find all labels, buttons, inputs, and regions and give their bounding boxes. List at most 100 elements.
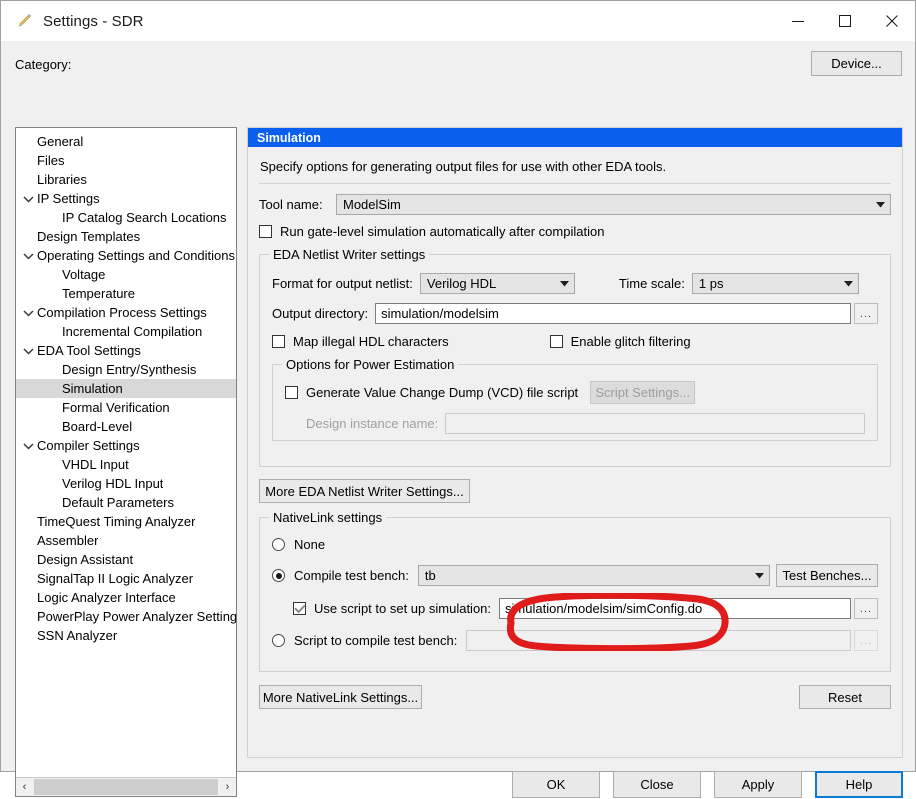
use-script-row: Use script to set up simulation: simulat… [272,598,878,619]
nativelink-none-row[interactable]: None [272,537,878,552]
use-script-input[interactable]: simulation/modelsim/simConfig.do [499,598,851,619]
settings-window: Settings - SDR Category: Device... Gener… [0,0,916,798]
more-eda-netlist-writer-settings-button[interactable]: More EDA Netlist Writer Settings... [259,479,470,503]
sidebar-item-incremental-compilation[interactable]: Incremental Compilation [16,322,236,341]
map-illegal-checkbox[interactable] [272,335,285,348]
sidebar-item-design-assistant[interactable]: Design Assistant [16,550,236,569]
nativelink-group: NativeLink settings None Compile test be… [259,510,891,672]
run-gatelevel-checkbox[interactable] [259,225,272,238]
design-instance-input [445,413,865,434]
sidebar-item-simulation[interactable]: Simulation [16,379,236,398]
tool-name-row: Tool name: ModelSim [259,194,891,215]
ok-button[interactable]: OK [512,770,600,798]
apply-button[interactable]: Apply [714,770,802,798]
device-button[interactable]: Device... [811,51,902,76]
compile-test-bench-row: Compile test bench: tb Test Benches... [272,564,878,587]
timescale-combo[interactable]: 1 ps [691,273,859,294]
chevron-down-icon [20,252,37,260]
format-combo[interactable]: Verilog HDL [419,273,575,294]
sidebar-item-default-parameters[interactable]: Default Parameters [16,493,236,512]
sidebar-item-design-entry-synthesis[interactable]: Design Entry/Synthesis [16,360,236,379]
output-directory-row: Output directory: simulation/modelsim ..… [272,303,878,324]
sidebar-item-label: SSN Analyzer [37,628,118,643]
pencil-icon [15,12,33,30]
sidebar-item-label: Design Entry/Synthesis [62,362,197,377]
eda-netlist-writer-group: EDA Netlist Writer settings Format for o… [259,247,891,467]
sidebar-item-signaltap-ii-logic-analyzer[interactable]: SignalTap II Logic Analyzer [16,569,236,588]
sidebar-item-label: Formal Verification [62,400,170,415]
sidebar-item-files[interactable]: Files [16,151,236,170]
sidebar-item-formal-verification[interactable]: Formal Verification [16,398,236,417]
sidebar-item-assembler[interactable]: Assembler [16,531,236,550]
sidebar-item-powerplay-power-analyzer-settings[interactable]: PowerPlay Power Analyzer Settings [16,607,236,626]
script-compile-label: Script to compile test bench: [294,633,458,648]
sidebar-item-verilog-hdl-input[interactable]: Verilog HDL Input [16,474,236,493]
sidebar-item-ssn-analyzer[interactable]: SSN Analyzer [16,626,236,645]
tool-name-label: Tool name: [259,197,323,212]
use-script-checkbox[interactable] [293,602,306,615]
design-instance-label: Design instance name: [306,416,439,431]
close-icon[interactable] [868,1,915,41]
sidebar-item-ip-settings[interactable]: IP Settings [16,189,236,208]
output-directory-input[interactable]: simulation/modelsim [375,303,851,324]
nativelink-none-radio[interactable] [272,538,285,551]
vcd-row: Generate Value Change Dump (VCD) file sc… [285,381,865,404]
format-value: Verilog HDL [426,276,497,291]
run-gatelevel-label: Run gate-level simulation automatically … [280,224,605,239]
output-directory-browse-button[interactable]: ... [854,303,878,324]
sidebar-item-logic-analyzer-interface[interactable]: Logic Analyzer Interface [16,588,236,607]
scroll-left-icon[interactable]: ‹ [16,778,33,796]
window-title: Settings - SDR [43,12,144,30]
glitch-filtering-checkbox[interactable] [549,335,563,348]
scroll-right-icon[interactable]: › [219,778,236,796]
help-button[interactable]: Help [815,770,903,798]
minimize-icon[interactable] [774,1,821,41]
sidebar-item-label: SignalTap II Logic Analyzer [37,571,194,586]
category-tree[interactable]: General Files Libraries IP Settings IP Catal… [15,127,237,797]
simulation-panel: Simulation Specify options for generatin… [247,127,903,758]
netlist-checkbox-row: Map illegal HDL characters Enable glitch… [272,334,878,349]
sidebar-item-label: Temperature [62,286,135,301]
sidebar-item-timequest-timing-analyzer[interactable]: TimeQuest Timing Analyzer [16,512,236,531]
compile-test-bench-combo[interactable]: tb [417,565,770,586]
design-instance-row: Design instance name: [285,413,865,434]
sidebar-item-compilation-process-settings[interactable]: Compilation Process Settings [16,303,236,322]
sidebar-item-vhdl-input[interactable]: VHDL Input [16,455,236,474]
sidebar-item-label: Logic Analyzer Interface [37,590,176,605]
sidebar-item-board-level[interactable]: Board-Level [16,417,236,436]
sidebar-item-libraries[interactable]: Libraries [16,170,236,189]
sidebar-item-design-templates[interactable]: Design Templates [16,227,236,246]
close-button[interactable]: Close [613,770,701,798]
maximize-icon[interactable] [821,1,868,41]
sidebar-item-ip-catalog-search-locations[interactable]: IP Catalog Search Locations [16,208,236,227]
sidebar-item-temperature[interactable]: Temperature [16,284,236,303]
vcd-checkbox[interactable] [285,386,298,399]
sidebar-item-voltage[interactable]: Voltage [16,265,236,284]
run-gatelevel-row[interactable]: Run gate-level simulation automatically … [259,224,891,239]
sidebar-item-label: Libraries [37,172,87,187]
script-compile-radio[interactable] [272,634,285,647]
panel-header: Simulation [248,128,902,147]
test-benches-button[interactable]: Test Benches... [776,564,878,587]
scrollbar-thumb[interactable] [34,779,218,795]
chevron-down-icon [555,274,574,293]
glitch-filtering-label: Enable glitch filtering [570,334,691,349]
map-illegal-label: Map illegal HDL characters [293,334,449,349]
title-bar: Settings - SDR [1,1,915,41]
more-nativelink-settings-button[interactable]: More NativeLink Settings... [259,685,422,709]
power-estimation-group: Options for Power Estimation Generate Va… [272,357,878,441]
sidebar-item-label: Design Assistant [37,552,134,567]
sidebar-item-general[interactable]: General [16,132,236,151]
sidebar-item-compiler-settings[interactable]: Compiler Settings [16,436,236,455]
sidebar-item-eda-tool-settings[interactable]: EDA Tool Settings [16,341,236,360]
tool-name-combo[interactable]: ModelSim [336,194,891,215]
sidebar-item-label: Compilation Process Settings [37,305,207,320]
sidebar-item-operating-settings-and-conditions[interactable]: Operating Settings and Conditions [16,246,236,265]
use-script-browse-button[interactable]: ... [854,598,878,619]
format-label: Format for output netlist: [272,276,413,291]
chevron-down-icon [750,566,769,585]
sidebar-item-label: Design Templates [37,229,141,244]
reset-button[interactable]: Reset [799,685,891,709]
tree-horizontal-scrollbar[interactable]: ‹ › [16,777,236,796]
compile-test-bench-radio[interactable] [272,569,285,582]
